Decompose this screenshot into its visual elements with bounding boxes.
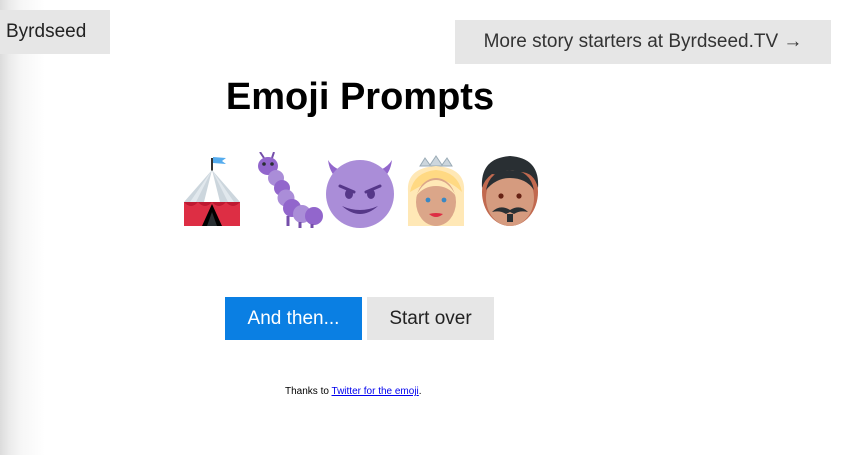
emoji-credits: Thanks to Twitter for the emoji. — [285, 386, 422, 397]
emoji-prompt-row — [178, 152, 548, 232]
page: Byrdseed More story starters at Byrdseed… — [0, 0, 841, 455]
and-then-button[interactable]: And then... — [225, 297, 362, 340]
credits-suffix: . — [418, 386, 422, 397]
start-over-button[interactable]: Start over — [367, 297, 494, 340]
credits-prefix: Thanks to — [285, 386, 332, 397]
caterpillar-icon — [252, 152, 324, 232]
page-title: Emoji Prompts — [225, 76, 495, 118]
more-story-starters-link[interactable]: More story starters at Byrdseed.TV → — [455, 20, 831, 64]
circus-tent-icon — [178, 152, 250, 232]
princess-icon — [400, 152, 472, 232]
twitter-emoji-link[interactable]: Twitter for the emoji — [332, 386, 419, 397]
brand-link[interactable]: Byrdseed — [0, 10, 110, 54]
smiling-devil-icon — [324, 152, 396, 232]
man-with-mustache-icon — [474, 152, 546, 232]
